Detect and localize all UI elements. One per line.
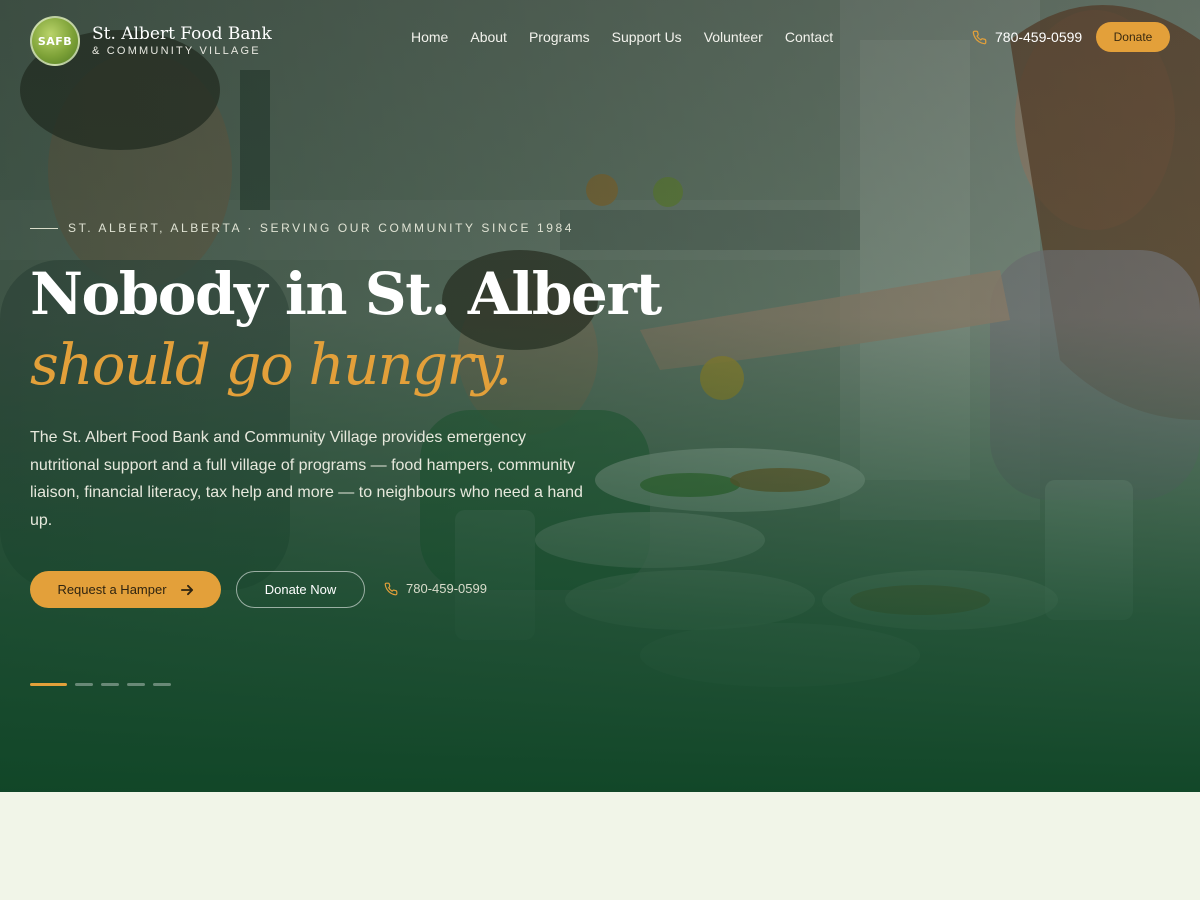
hero-headline: Nobody in St. Albert: [30, 260, 662, 328]
header-donate-button[interactable]: Donate: [1096, 22, 1170, 52]
eyebrow-text: ST. ALBERT, ALBERTA · SERVING OUR COMMUN…: [68, 221, 575, 235]
donate-now-button[interactable]: Donate Now: [236, 571, 365, 608]
logo-title: St. Albert Food Bank: [92, 24, 272, 44]
nav-item-contact[interactable]: Contact: [785, 28, 833, 46]
arrow-right-icon: [180, 584, 193, 595]
slider-dot-1[interactable]: [30, 683, 67, 686]
nav-item-volunteer[interactable]: Volunteer: [704, 28, 763, 46]
hero-headline-accent: should go hungry.: [30, 333, 512, 398]
nav-item-support-us[interactable]: Support Us: [612, 28, 682, 46]
slider-dot-3[interactable]: [101, 683, 119, 686]
hero-eyebrow: ST. ALBERT, ALBERTA · SERVING OUR COMMUN…: [30, 221, 574, 235]
hero-phone-number: 780-459-0599: [406, 581, 487, 596]
request-hamper-button[interactable]: Request a Hamper: [30, 571, 221, 608]
main-nav: Home About Programs Support Us Volunteer…: [411, 28, 833, 46]
header-phone-link[interactable]: 780-459-0599: [972, 28, 1082, 46]
phone-icon: [972, 30, 987, 44]
eyebrow-line: [30, 227, 58, 229]
slider-dots: [30, 683, 171, 686]
nav-item-home[interactable]: Home: [411, 28, 448, 46]
request-hamper-label: Request a Hamper: [57, 582, 167, 597]
hero-intro: The St. Albert Food Bank and Community V…: [30, 429, 583, 529]
slider-dot-2[interactable]: [75, 683, 93, 686]
header-phone-number: 780-459-0599: [995, 29, 1083, 45]
logo-subtitle: & COMMUNITY VILLAGE: [92, 45, 261, 57]
nav-item-programs[interactable]: Programs: [529, 28, 590, 46]
nav-item-about[interactable]: About: [470, 28, 507, 46]
next-section: [0, 792, 1200, 900]
logo-badge: SAFB: [30, 16, 80, 66]
slider-dot-4[interactable]: [127, 683, 145, 686]
slider-dot-5[interactable]: [153, 683, 171, 686]
site-logo[interactable]: SAFB St. Albert Food Bank & COMMUNITY VI…: [30, 16, 272, 66]
phone-icon: [384, 582, 398, 596]
hero-phone-link[interactable]: 780-459-0599: [384, 580, 487, 598]
hero-section: SAFB St. Albert Food Bank & COMMUNITY VI…: [0, 0, 1200, 792]
logo-text: St. Albert Food Bank & COMMUNITY VILLAGE: [92, 24, 272, 58]
